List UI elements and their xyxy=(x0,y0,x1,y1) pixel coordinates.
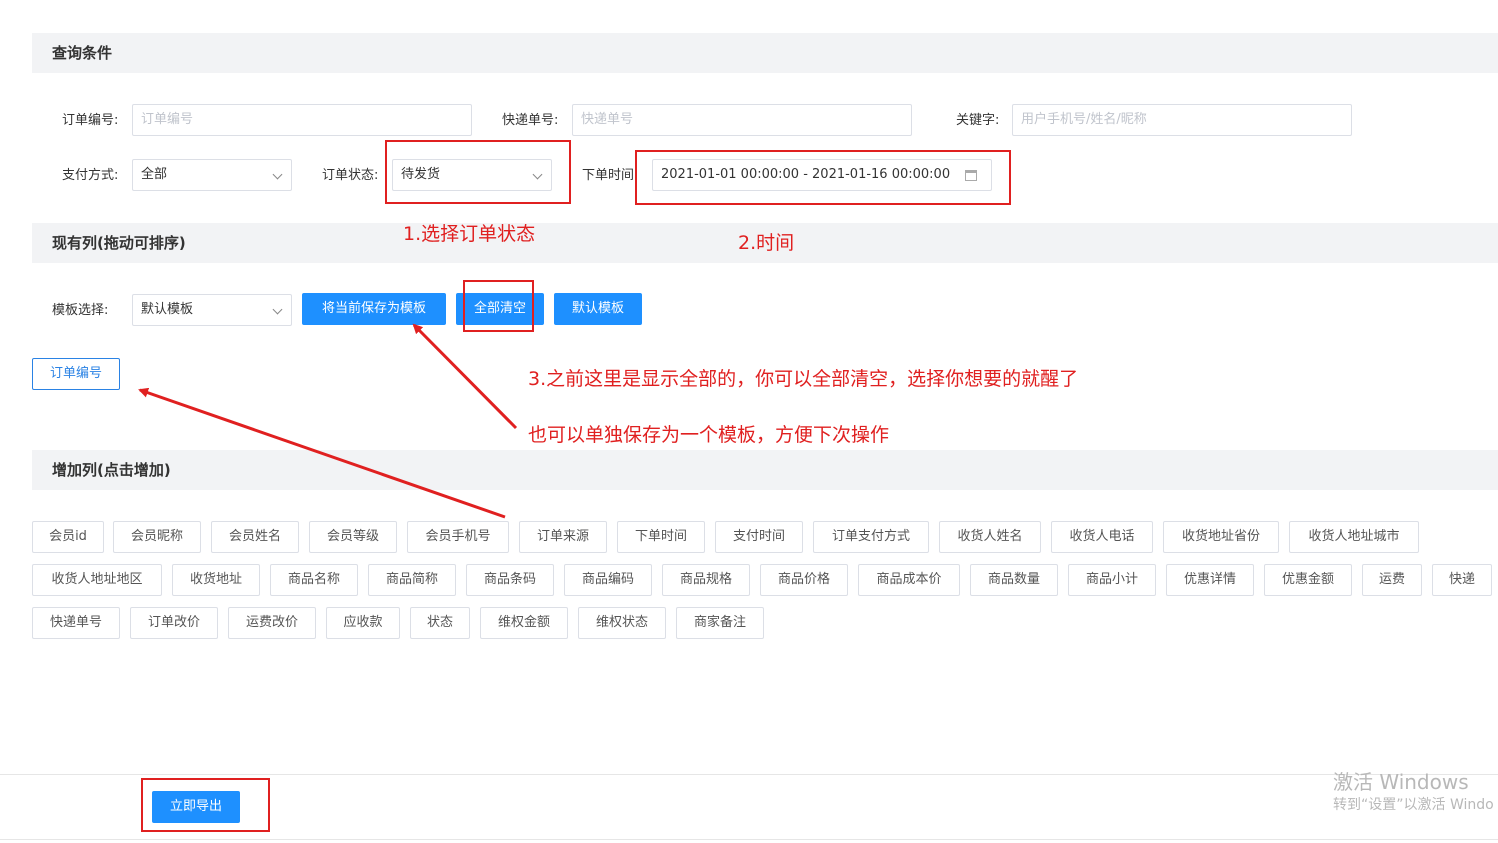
arrow-to-save-template xyxy=(412,323,518,430)
arrow-to-current-column xyxy=(138,387,506,519)
windows-activation-watermark-title: 激活 Windows xyxy=(1333,770,1469,794)
annotation-arrows xyxy=(138,323,518,519)
windows-activation-watermark-subtitle: 转到“设置”以激活 Windo xyxy=(1333,797,1494,813)
